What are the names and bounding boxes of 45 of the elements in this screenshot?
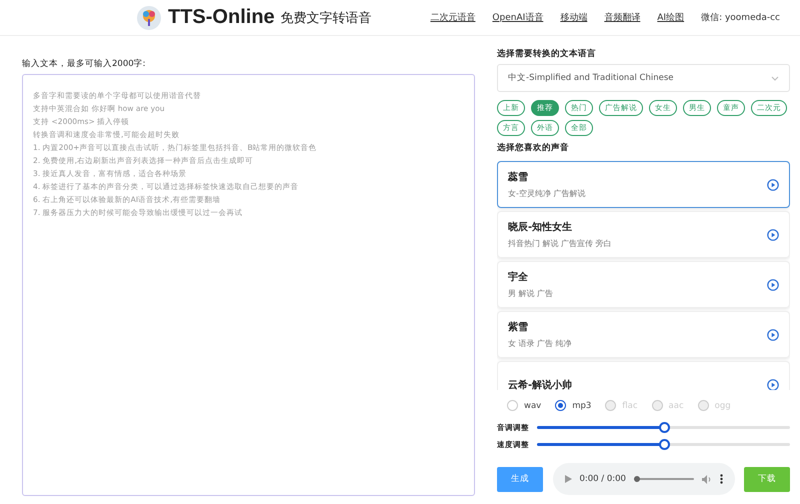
more-icon[interactable] [720, 474, 722, 484]
voice-card[interactable]: 蕊雪 女-空灵纯净 广告解说 [497, 161, 790, 208]
language-select[interactable]: 中文-Simplified and Traditional Chinese [497, 64, 790, 92]
voice-card[interactable]: 晓辰-知性女生 抖音热门 解说 广告宣传 旁白 [497, 211, 790, 258]
play-icon[interactable] [767, 378, 779, 390]
voice-name: 紫雪 [508, 320, 529, 334]
voice-label: 选择您喜欢的声音 [497, 142, 570, 154]
audio-player[interactable]: 0:00 / 0:00 [552, 463, 734, 495]
play-icon[interactable] [767, 178, 779, 190]
site-title: TTS-Online [168, 6, 275, 29]
voice-description: 女 语录 广告 纯净 [508, 338, 573, 349]
voice-name: 云希-解说小帅 [508, 378, 574, 390]
voice-description: 女-空灵纯净 广告解说 [508, 188, 586, 199]
site-subtitle: 免费文字转语音 [280, 10, 372, 26]
slider-thumb[interactable] [658, 439, 670, 450]
voice-name: 宇全 [508, 270, 529, 284]
nav-link[interactable]: 移动端 [560, 11, 588, 24]
voice-name: 晓辰-知性女生 [508, 220, 574, 234]
download-button[interactable]: 下载 [744, 466, 790, 492]
nav-link[interactable]: 音频翻译 [604, 11, 640, 24]
format-radio[interactable]: wav [507, 400, 542, 411]
play-icon[interactable] [564, 475, 572, 483]
play-icon[interactable] [767, 278, 779, 290]
input-label: 输入文本，最多可输入2000字: [22, 58, 146, 70]
play-icon[interactable] [767, 228, 779, 240]
contact-text: 微信: yoomeda-cc [701, 12, 780, 24]
nav-link[interactable]: OpenAI语音 [492, 11, 544, 24]
play-icon[interactable] [767, 328, 779, 340]
time-text: 0:00 / 0:00 [580, 474, 626, 484]
voice-description: 抖音热门 解说 广告宣传 旁白 [508, 238, 613, 249]
nav-link[interactable]: AI绘图 [657, 11, 684, 24]
text-input-field[interactable] [22, 74, 475, 496]
progress-thumb[interactable] [634, 476, 640, 482]
volume-icon[interactable] [702, 474, 712, 484]
voice-description: 男 解说 广告 [508, 288, 554, 299]
generate-button[interactable]: 生成 [497, 466, 543, 492]
voice-card[interactable]: 紫雪 女 语录 广告 纯净 [497, 311, 790, 358]
voice-card[interactable]: 宇全 男 解说 广告 [497, 261, 790, 308]
voice-name: 蕊雪 [508, 170, 529, 184]
slider-thumb[interactable] [658, 422, 670, 433]
format-radio[interactable]: mp3 [555, 400, 592, 411]
language-label: 选择需要转换的文本语言 [497, 48, 597, 60]
nav-link[interactable]: 二次元语音 [430, 11, 476, 24]
logo-icon [136, 4, 162, 30]
chevron-down-icon [771, 76, 779, 80]
